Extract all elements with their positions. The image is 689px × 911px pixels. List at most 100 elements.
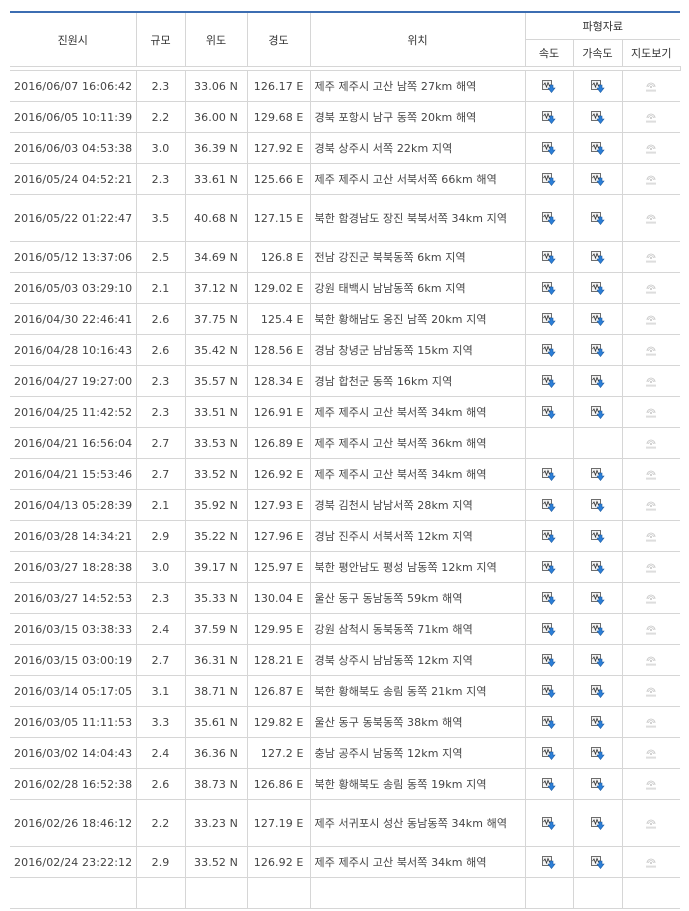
- cell-latitude: 35.61 N: [185, 706, 248, 738]
- cell-location: 제주 서귀포시 성산 동남동쪽 34km 해역: [310, 799, 526, 847]
- waveform-download-icon[interactable]: [542, 855, 556, 869]
- waveform-download-icon[interactable]: [590, 79, 605, 93]
- waveform-download-icon[interactable]: [590, 746, 605, 760]
- waveform-download-icon[interactable]: [542, 312, 556, 326]
- cell-longitude: 127.93 E: [247, 489, 311, 521]
- map-view-icon[interactable]: [644, 469, 658, 481]
- waveform-download-icon[interactable]: [542, 343, 556, 357]
- cell-longitude: 129.02 E: [247, 272, 311, 304]
- waveform-download-icon[interactable]: [542, 715, 556, 729]
- waveform-download-icon[interactable]: [542, 405, 556, 419]
- map-view-icon[interactable]: [644, 655, 658, 667]
- map-view-icon[interactable]: [644, 562, 658, 574]
- map-view-icon[interactable]: [644, 779, 658, 791]
- header-longitude[interactable]: 경도: [247, 11, 311, 67]
- map-view-icon[interactable]: [644, 407, 658, 419]
- waveform-download-icon[interactable]: [590, 777, 605, 791]
- cell-velocity: [525, 70, 574, 102]
- waveform-download-icon[interactable]: [590, 374, 605, 388]
- waveform-download-icon[interactable]: [590, 405, 605, 419]
- waveform-download-icon[interactable]: [542, 211, 556, 225]
- map-view-icon[interactable]: [644, 376, 658, 388]
- cell-magnitude: 2.3: [136, 163, 186, 195]
- waveform-download-icon[interactable]: [542, 250, 556, 264]
- waveform-download-icon[interactable]: [542, 281, 556, 295]
- cell-map-view: [622, 365, 681, 397]
- map-view-icon[interactable]: [644, 213, 658, 225]
- waveform-download-icon[interactable]: [542, 110, 556, 124]
- cell-longitude: 127.96 E: [247, 520, 311, 552]
- map-view-icon[interactable]: [644, 283, 658, 295]
- waveform-download-icon[interactable]: [542, 816, 556, 830]
- cell-acceleration: [573, 241, 623, 273]
- table-body: 2016/06/07 16:06:42 2.3 33.06 N 126.17 E…: [10, 70, 681, 909]
- map-view-icon[interactable]: [644, 717, 658, 729]
- waveform-download-icon[interactable]: [590, 211, 605, 225]
- waveform-download-icon[interactable]: [590, 281, 605, 295]
- waveform-download-icon[interactable]: [590, 110, 605, 124]
- map-view-icon[interactable]: [644, 143, 658, 155]
- waveform-download-icon[interactable]: [542, 374, 556, 388]
- map-view-icon[interactable]: [644, 438, 658, 450]
- cell-time: 2016/06/05 10:11:39: [10, 101, 137, 133]
- map-view-icon[interactable]: [644, 624, 658, 636]
- cell-location: 경남 창녕군 남남동쪽 15km 지역: [310, 334, 526, 366]
- cell-latitude: 37.75 N: [185, 303, 248, 335]
- waveform-download-icon[interactable]: [542, 498, 556, 512]
- map-view-icon[interactable]: [644, 686, 658, 698]
- map-view-icon[interactable]: [644, 314, 658, 326]
- table-row: 2016/05/03 03:29:10 2.1 37.12 N 129.02 E…: [10, 272, 681, 304]
- waveform-download-icon[interactable]: [542, 560, 556, 574]
- waveform-download-icon[interactable]: [542, 529, 556, 543]
- waveform-download-icon[interactable]: [590, 172, 605, 186]
- map-view-icon[interactable]: [644, 593, 658, 605]
- waveform-download-icon[interactable]: [590, 855, 605, 869]
- header-latitude[interactable]: 위도: [185, 11, 248, 67]
- waveform-download-icon[interactable]: [590, 715, 605, 729]
- waveform-download-icon[interactable]: [542, 684, 556, 698]
- cell-location: 강원 삼척시 동북동쪽 71km 해역: [310, 613, 526, 645]
- header-location[interactable]: 위치: [310, 11, 526, 67]
- waveform-download-icon[interactable]: [542, 653, 556, 667]
- waveform-download-icon[interactable]: [590, 498, 605, 512]
- waveform-download-icon[interactable]: [542, 79, 556, 93]
- cell-location: 경남 합천군 동쪽 16km 지역: [310, 365, 526, 397]
- waveform-download-icon[interactable]: [590, 591, 605, 605]
- map-view-icon[interactable]: [644, 500, 658, 512]
- waveform-download-icon[interactable]: [590, 653, 605, 667]
- waveform-download-icon[interactable]: [542, 777, 556, 791]
- cell-time: 2016/04/21 15:53:46: [10, 458, 137, 490]
- waveform-download-icon[interactable]: [542, 622, 556, 636]
- waveform-download-icon[interactable]: [590, 684, 605, 698]
- map-view-icon[interactable]: [644, 81, 658, 93]
- header-time[interactable]: 진원시: [10, 11, 137, 67]
- waveform-download-icon[interactable]: [590, 312, 605, 326]
- cell-time: 2016/03/27 18:28:38: [10, 551, 137, 583]
- map-view-icon[interactable]: [644, 252, 658, 264]
- cell-location: 경북 상주시 서쪽 22km 지역: [310, 132, 526, 164]
- waveform-download-icon[interactable]: [542, 746, 556, 760]
- waveform-download-icon[interactable]: [542, 172, 556, 186]
- waveform-download-icon[interactable]: [590, 560, 605, 574]
- waveform-download-icon[interactable]: [590, 250, 605, 264]
- map-view-icon[interactable]: [644, 748, 658, 760]
- waveform-download-icon[interactable]: [590, 816, 605, 830]
- map-view-icon[interactable]: [644, 345, 658, 357]
- waveform-download-icon[interactable]: [542, 467, 556, 481]
- waveform-download-icon[interactable]: [590, 141, 605, 155]
- waveform-download-icon[interactable]: [590, 343, 605, 357]
- waveform-download-icon[interactable]: [542, 591, 556, 605]
- waveform-download-icon[interactable]: [590, 529, 605, 543]
- map-view-icon[interactable]: [644, 112, 658, 124]
- cell-magnitude: 2.7: [136, 427, 186, 459]
- map-view-icon[interactable]: [644, 818, 658, 830]
- map-view-icon[interactable]: [644, 857, 658, 869]
- cell-velocity: [525, 132, 574, 164]
- waveform-download-icon[interactable]: [542, 141, 556, 155]
- map-view-icon[interactable]: [644, 531, 658, 543]
- cell-map-view: [622, 706, 681, 738]
- map-view-icon[interactable]: [644, 174, 658, 186]
- waveform-download-icon[interactable]: [590, 622, 605, 636]
- waveform-download-icon[interactable]: [590, 467, 605, 481]
- header-magnitude[interactable]: 규모: [136, 11, 186, 67]
